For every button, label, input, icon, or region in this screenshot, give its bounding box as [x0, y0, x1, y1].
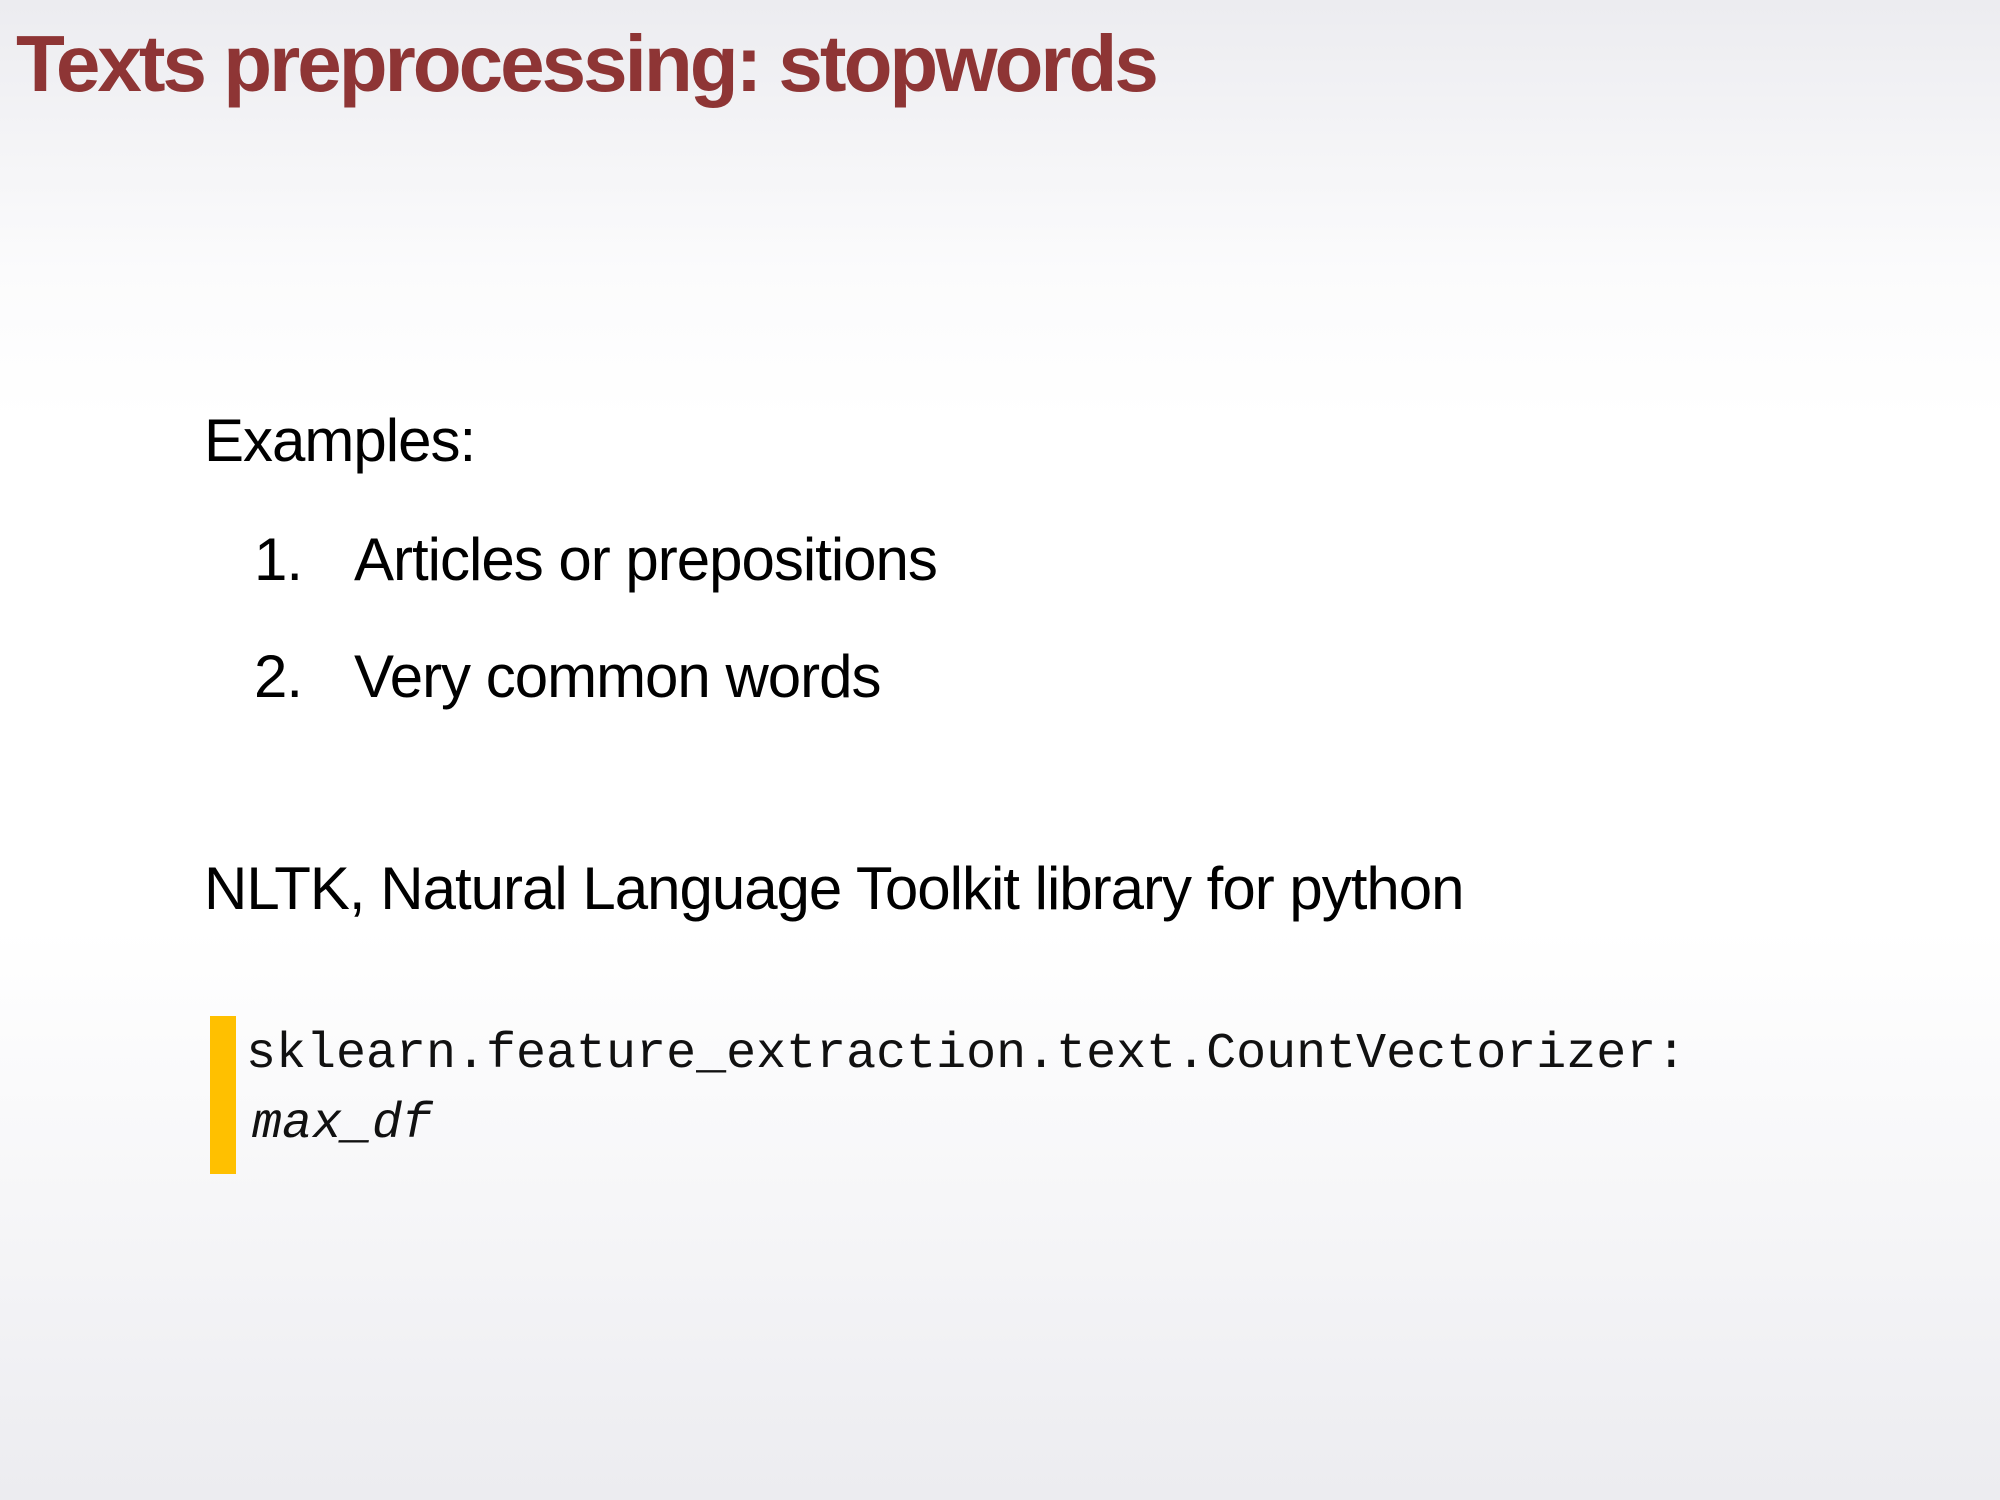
- list-number: 1.: [254, 526, 303, 593]
- slide-title: Texts preprocessing: stopwords: [16, 19, 1159, 108]
- code-line: sklearn.feature_extraction.text.CountVec…: [246, 1026, 1687, 1083]
- code-block: sklearn.feature_extraction.text.CountVec…: [210, 1016, 1930, 1174]
- list-text: Very common words: [354, 643, 882, 710]
- code-parameter: max_df: [252, 1096, 433, 1153]
- examples-label: Examples:: [204, 407, 476, 474]
- code-accent-bar: [210, 1016, 236, 1174]
- list-text: Articles or prepositions: [354, 526, 938, 593]
- list-number: 2.: [254, 643, 303, 710]
- slide: Texts preprocessing: stopwords Examples:…: [0, 0, 2000, 1500]
- nltk-description: NLTK, Natural Language Toolkit library f…: [204, 855, 1464, 922]
- list-item: 1. Articles or prepositions: [254, 525, 938, 595]
- list-item: 2. Very common words: [254, 642, 882, 712]
